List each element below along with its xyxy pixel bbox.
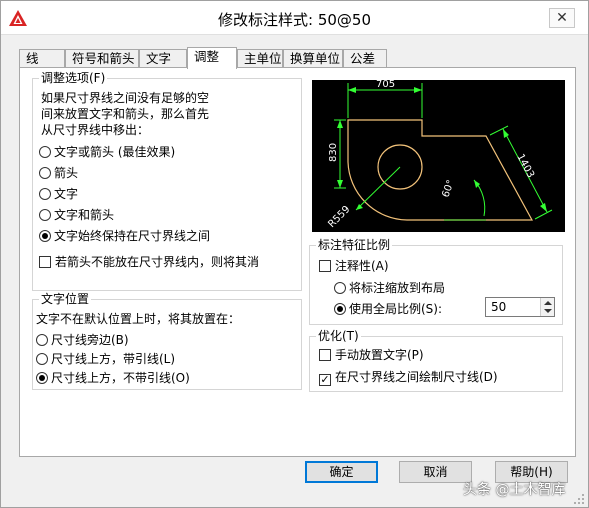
global-scale-value: 50 — [491, 300, 507, 314]
tab-symbols-arrows[interactable]: 符号和箭头 — [65, 49, 139, 68]
radio-label: 尺寸线旁边(B) — [51, 333, 129, 347]
radio-label: 文字始终保持在尺寸界线之间 — [54, 229, 211, 243]
fit-options-group: 调整选项(F) 如果尺寸界线之间没有足够的空 间来放置文字和箭头，那么首先 从尺… — [32, 71, 302, 291]
title-bar[interactable]: 修改标注样式: 50@50 ✕ — [1, 1, 588, 35]
radio-label: 文字或箭头 (最佳效果) — [54, 145, 176, 159]
preview-label-top: 705 — [376, 80, 395, 90]
dialog-title: 修改标注样式: 50@50 — [218, 11, 371, 29]
dialog-window: 修改标注样式: 50@50 ✕ 线 符号和箭头 文字 调整 主单位 换算单位 公… — [0, 0, 589, 508]
resize-grip-icon[interactable] — [573, 493, 585, 505]
checkbox-box — [319, 349, 331, 361]
radio-global-scale[interactable]: 使用全局比例(S): — [334, 302, 442, 318]
spin-down-icon[interactable] — [544, 309, 552, 313]
checkbox-label: 若箭头不能放在尺寸界线内，则将其消 — [55, 255, 260, 269]
cancel-button[interactable]: 取消 — [399, 461, 472, 483]
radio-label: 文字 — [54, 187, 79, 201]
radio-circle — [36, 353, 48, 365]
tab-text[interactable]: 文字 — [139, 49, 187, 68]
preview-label-left: 830 — [328, 143, 339, 162]
preview-label-angle: 60° — [440, 179, 456, 199]
spin-up-icon[interactable] — [544, 301, 552, 305]
checkbox-manual-text[interactable]: 手动放置文字(P) — [319, 348, 424, 364]
radio-text-or-arrows[interactable]: 文字或箭头 (最佳效果) — [39, 145, 175, 161]
global-scale-spinner[interactable]: 50 — [485, 297, 555, 317]
radio-label: 将标注缩放到布局 — [349, 281, 446, 295]
radio-label: 文字和箭头 — [54, 208, 115, 222]
radio-text[interactable]: 文字 — [39, 187, 78, 203]
checkbox-box — [319, 260, 331, 272]
fine-tuning-group: 优化(T) 手动放置文字(P) ✓ 在尺寸界线之间绘制尺寸线(D) — [309, 329, 563, 392]
ok-button[interactable]: 确定 — [305, 461, 378, 483]
radio-label: 尺寸线上方，不带引线(O) — [51, 371, 190, 385]
radio-over-with-leader[interactable]: 尺寸线上方，带引线(L) — [36, 352, 175, 368]
tab-panel-fit: 调整选项(F) 如果尺寸界线之间没有足够的空 间来放置文字和箭头，那么首先 从尺… — [19, 67, 576, 457]
tab-alternate-units[interactable]: 换算单位 — [283, 49, 343, 68]
preview-label-right: 1403 — [514, 152, 536, 180]
checkbox-annotative[interactable]: 注释性(A) — [319, 259, 389, 275]
radio-over-without-leader[interactable]: 尺寸线上方，不带引线(O) — [36, 371, 190, 387]
radio-circle — [39, 167, 51, 179]
dimension-preview: 705 830 1403 60° R559 — [312, 79, 565, 232]
preview-drawing: 705 830 1403 60° R559 — [326, 79, 553, 230]
radio-circle — [36, 334, 48, 346]
radio-circle — [334, 282, 346, 294]
fit-desc-line-2: 间来放置文字和箭头，那么首先 — [41, 107, 210, 121]
text-placement-desc: 文字不在默认位置上时，将其放置在： — [36, 312, 241, 326]
close-icon: ✕ — [556, 10, 568, 26]
radio-circle-selected — [36, 372, 48, 384]
radio-circle-selected — [334, 303, 346, 315]
radio-label: 尺寸线上方，带引线(L) — [51, 352, 176, 366]
radio-scale-to-layout[interactable]: 将标注缩放到布局 — [334, 281, 445, 297]
radio-label: 使用全局比例(S): — [349, 302, 443, 316]
radio-label: 箭头 — [54, 166, 79, 180]
tab-fit[interactable]: 调整 — [187, 47, 237, 69]
checkbox-label: 在尺寸界线之间绘制尺寸线(D) — [335, 370, 498, 384]
radio-both-text-arrows[interactable]: 文字和箭头 — [39, 208, 114, 224]
checkbox-box-checked: ✓ — [319, 373, 331, 386]
radio-circle-selected — [39, 230, 51, 242]
text-placement-group: 文字位置 文字不在默认位置上时，将其放置在： 尺寸线旁边(B) 尺寸线上方，带引… — [32, 292, 302, 390]
checkbox-label: 手动放置文字(P) — [335, 348, 424, 362]
radio-circle — [39, 188, 51, 200]
close-button[interactable]: ✕ — [549, 8, 575, 28]
tab-tolerances[interactable]: 公差 — [343, 49, 387, 68]
watermark-text: 头条 @土木智库 — [463, 482, 566, 498]
checkbox-box — [39, 256, 51, 268]
fit-desc-line-1: 如果尺寸界线之间没有足够的空 — [41, 91, 210, 105]
radio-arrows[interactable]: 箭头 — [39, 166, 78, 182]
spinner-buttons — [540, 298, 554, 316]
fine-tuning-title: 优化(T) — [316, 329, 361, 343]
radio-circle — [39, 146, 51, 158]
radio-circle — [39, 209, 51, 221]
fit-options-title: 调整选项(F) — [39, 71, 108, 85]
tab-primary-units[interactable]: 主单位 — [237, 49, 283, 68]
tab-lines[interactable]: 线 — [19, 49, 65, 68]
checkbox-draw-dimline[interactable]: ✓ 在尺寸界线之间绘制尺寸线(D) — [319, 370, 498, 386]
checkbox-label: 注释性(A) — [335, 259, 389, 273]
preview-label-radius: R559 — [326, 204, 352, 230]
scale-title: 标注特征比例 — [316, 238, 393, 252]
radio-always-keep-text[interactable]: 文字始终保持在尺寸界线之间 — [39, 229, 210, 245]
radio-beside-dimline[interactable]: 尺寸线旁边(B) — [36, 333, 129, 349]
text-placement-title: 文字位置 — [39, 292, 92, 306]
fit-desc-line-3: 从尺寸界线中移出： — [41, 123, 150, 137]
checkbox-suppress-arrows[interactable]: 若箭头不能放在尺寸界线内，则将其消 — [39, 255, 259, 271]
